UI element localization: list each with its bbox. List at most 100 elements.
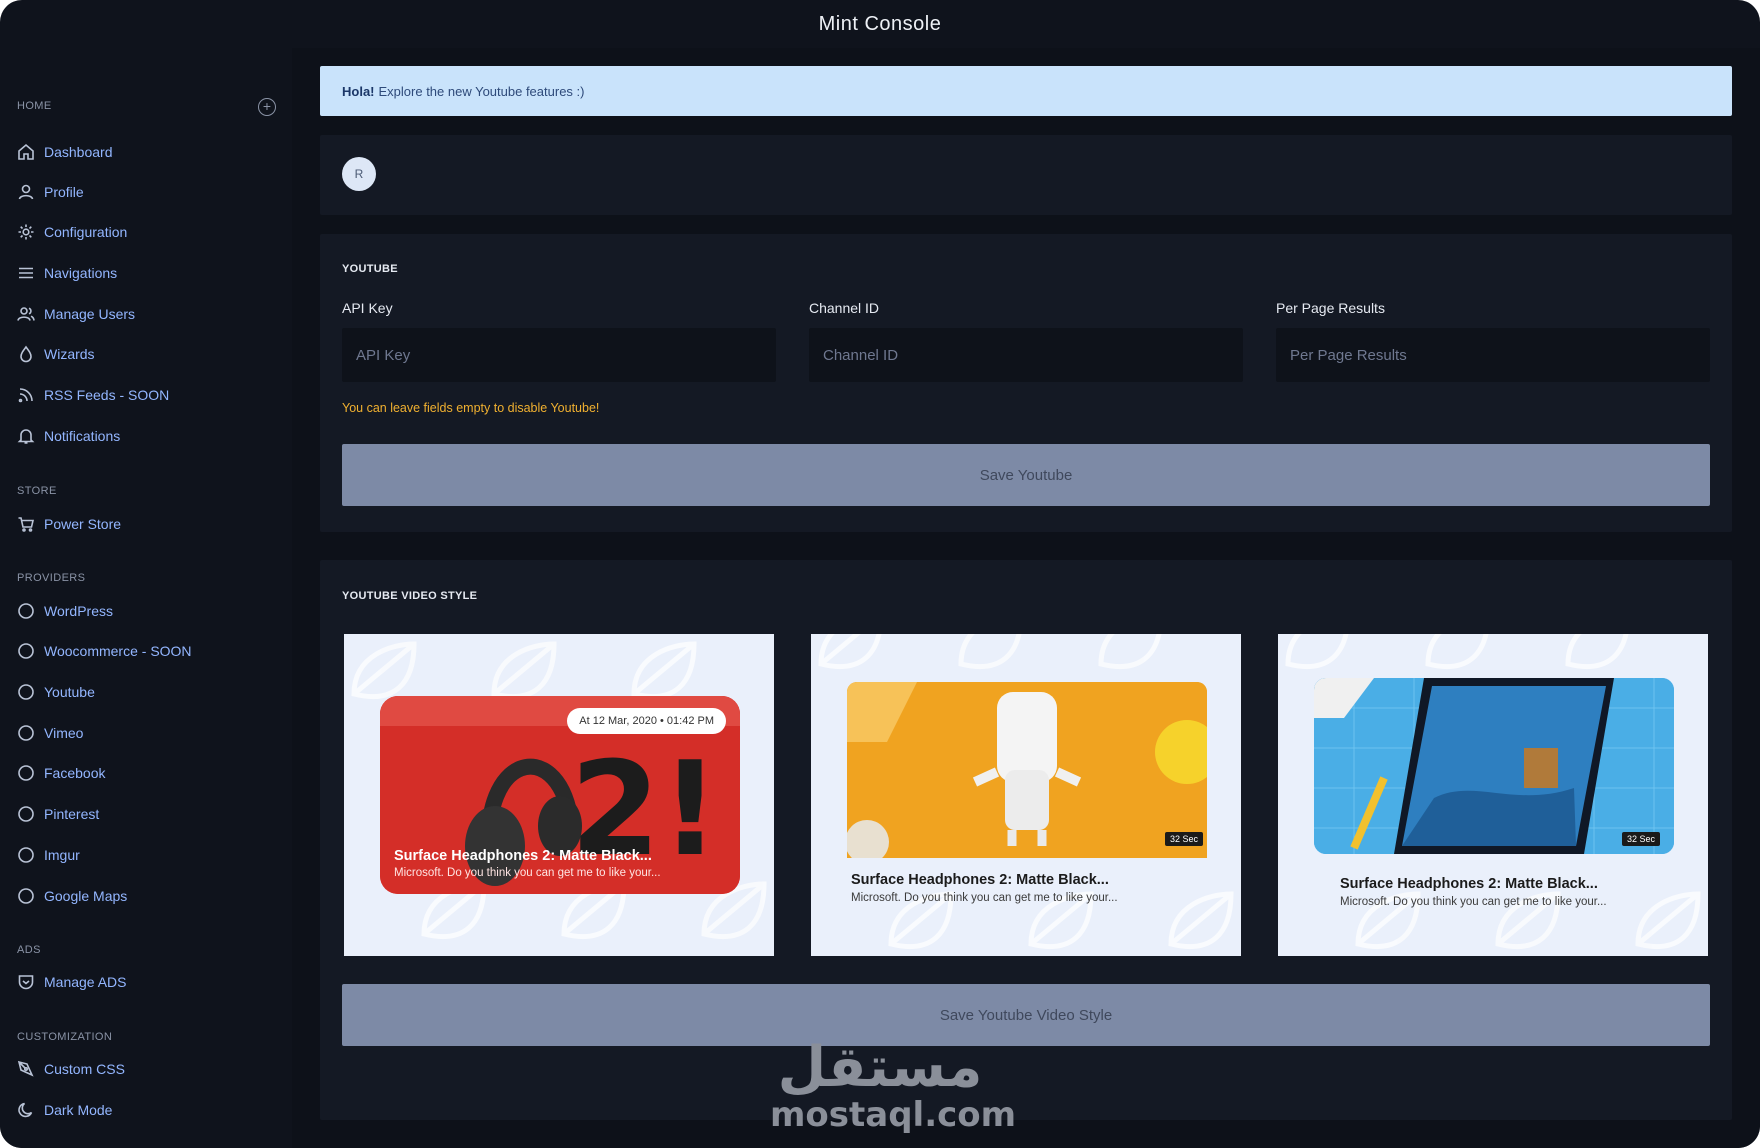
section-label-providers: PROVIDERS (17, 572, 86, 584)
sidebar-item-manage-ads[interactable]: Manage ADS (17, 967, 277, 997)
video-style-title: YOUTUBE VIDEO STYLE (342, 590, 478, 602)
rss-icon (17, 386, 35, 404)
sidebar-item-woocommerce[interactable]: Woocommerce - SOON (17, 636, 277, 666)
mostaql-watermark: مستقل mostaql.com (770, 1035, 1017, 1135)
info-alert: Hola! Explore the new Youtube features :… (320, 66, 1732, 116)
circle-icon (17, 642, 35, 660)
sidebar-item-label: Navigations (44, 265, 118, 281)
sidebar-item-label: Custom CSS (44, 1061, 125, 1077)
save-youtube-button[interactable]: Save Youtube (342, 444, 1710, 506)
watermark-latin: mostaql.com (770, 1095, 1017, 1135)
sidebar-item-imgur[interactable]: Imgur (17, 840, 277, 870)
sidebar-item-dark-mode[interactable]: Dark Mode (17, 1095, 277, 1125)
video-title: Surface Headphones 2: Matte Black... (394, 848, 652, 864)
airpods-image (847, 682, 1207, 858)
main-content: Hola! Explore the new Youtube features :… (292, 48, 1760, 1148)
api-key-input[interactable] (342, 328, 776, 382)
watermark-arabic: مستقل (777, 1035, 983, 1100)
circle-icon (17, 602, 35, 620)
sidebar-item-label: Profile (44, 184, 84, 200)
sidebar-item-label: Manage ADS (44, 974, 127, 990)
user-icon (17, 183, 35, 201)
sidebar-item-dashboard[interactable]: Dashboard (17, 137, 277, 167)
alert-strong: Hola! (342, 83, 375, 99)
sidebar-item-label: Power Store (44, 516, 122, 532)
sidebar-item-navigations[interactable]: Navigations (17, 258, 277, 288)
save-video-style-button[interactable]: Save Youtube Video Style (342, 984, 1710, 1046)
duration-badge: 32 Sec (1164, 832, 1203, 846)
sidebar-item-profile[interactable]: Profile (17, 177, 277, 207)
section-label-home: HOME (17, 100, 52, 112)
date-pill: At 12 Mar, 2020 • 01:42 PM (567, 708, 726, 734)
video-thumbnail: 32 Sec (847, 682, 1207, 858)
sidebar-item-label: Vimeo (44, 725, 84, 741)
sidebar-item-label: Dashboard (44, 144, 113, 160)
sidebar-item-wizards[interactable]: Wizards (17, 339, 277, 369)
shield-icon (17, 973, 35, 991)
avatar[interactable]: R (342, 157, 376, 191)
sidebar-item-facebook[interactable]: Facebook (17, 758, 277, 788)
video-style-option-2[interactable]: 32 Sec Surface Headphones 2: Matte Black… (811, 634, 1241, 956)
sidebar-item-youtube[interactable]: Youtube (17, 677, 277, 707)
sidebar-item-label: Imgur (44, 847, 80, 863)
section-label-customization: CUSTOMIZATION (17, 1031, 113, 1043)
sidebar-item-custom-css[interactable]: Custom CSS (17, 1054, 277, 1084)
sidebar-item-vimeo[interactable]: Vimeo (17, 718, 277, 748)
circle-icon (17, 805, 35, 823)
sidebar-item-notifications[interactable]: Notifications (17, 421, 277, 451)
app-window: Mint Console HOME + Dashboard Profile Co… (0, 0, 1760, 1148)
sidebar-item-label: Wizards (44, 346, 95, 362)
sidebar-item-label: Youtube (44, 684, 95, 700)
video-style-option-3[interactable]: 32 Sec Surface Headphones 2: Matte Black… (1278, 634, 1708, 956)
video-style-card: YOUTUBE VIDEO STYLE 2! At 12 Mar, 2020 •… (320, 560, 1732, 1120)
sidebar-item-power-store[interactable]: Power Store (17, 509, 277, 539)
video-thumbnail: 32 Sec (1314, 678, 1674, 854)
circle-icon (17, 764, 35, 782)
video-title: Surface Headphones 2: Matte Black... (851, 872, 1109, 888)
circle-icon (17, 887, 35, 905)
circle-icon (17, 846, 35, 864)
youtube-settings-card: YOUTUBE API Key Channel ID Per Page Resu… (320, 234, 1732, 532)
sidebar-item-label: Notifications (44, 428, 121, 444)
sidebar-item-label: Manage Users (44, 306, 136, 322)
circle-icon (17, 683, 35, 701)
youtube-section-title: YOUTUBE (342, 263, 398, 275)
sidebar-item-label: WordPress (44, 603, 113, 619)
per-page-results-label: Per Page Results (1276, 300, 1385, 316)
channel-id-label: Channel ID (809, 300, 880, 316)
video-description: Microsoft. Do you think you can get me t… (1340, 896, 1607, 908)
menu-icon (17, 264, 35, 282)
video-style-option-1[interactable]: 2! At 12 Mar, 2020 • 01:42 PM Surface He… (344, 634, 774, 956)
sidebar-item-google-maps[interactable]: Google Maps (17, 881, 277, 911)
sidebar-item-rss-feeds[interactable]: RSS Feeds - SOON (17, 380, 277, 410)
gear-icon (17, 223, 35, 241)
brush-icon (17, 1060, 35, 1078)
sidebar-item-label: Facebook (44, 765, 106, 781)
video-description: Microsoft. Do you think you can get me t… (394, 867, 661, 879)
profile-card: R (320, 135, 1732, 215)
cart-icon (17, 515, 35, 533)
phone-image (1314, 678, 1674, 854)
window-title: Mint Console (818, 13, 942, 35)
sidebar-item-label: RSS Feeds - SOON (44, 387, 170, 403)
users-icon (17, 305, 35, 323)
sidebar-item-wordpress[interactable]: WordPress (17, 596, 277, 626)
bell-icon (17, 427, 35, 445)
section-label-ads: ADS (17, 944, 41, 956)
sidebar-item-pinterest[interactable]: Pinterest (17, 799, 277, 829)
add-icon[interactable]: + (258, 98, 276, 116)
per-page-results-input[interactable] (1276, 328, 1710, 382)
alert-text: Explore the new Youtube features :) (378, 83, 585, 99)
sidebar-item-manage-users[interactable]: Manage Users (17, 299, 277, 329)
sidebar: HOME + Dashboard Profile Configuration N… (0, 48, 292, 1148)
sidebar-item-configuration[interactable]: Configuration (17, 217, 277, 247)
video-thumbnail: 2! At 12 Mar, 2020 • 01:42 PM Surface He… (380, 696, 740, 894)
sidebar-item-label: Google Maps (44, 888, 128, 904)
circle-icon (17, 724, 35, 742)
channel-id-input[interactable] (809, 328, 1243, 382)
sidebar-item-label: Woocommerce - SOON (44, 643, 192, 659)
drop-icon (17, 345, 35, 363)
video-description: Microsoft. Do you think you can get me t… (851, 892, 1118, 904)
home-icon (17, 143, 35, 161)
sidebar-item-label: Dark Mode (44, 1102, 113, 1118)
